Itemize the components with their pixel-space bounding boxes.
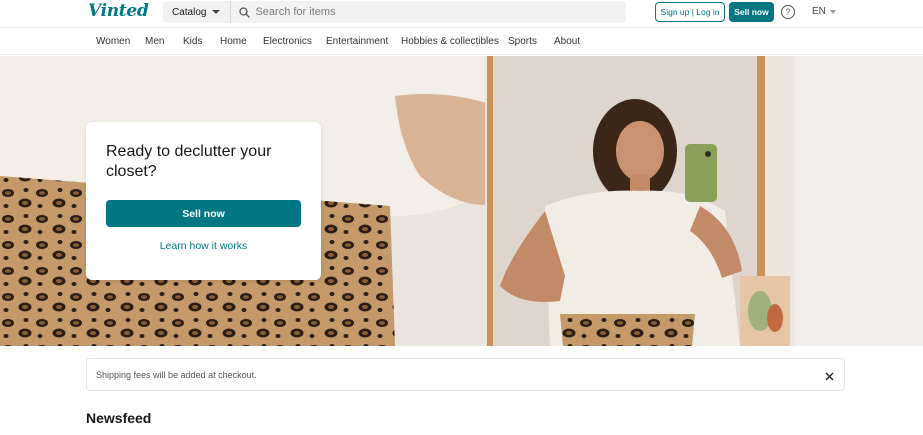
nav-item-kids[interactable]: Kids xyxy=(183,36,202,47)
sell-now-header-button[interactable]: Sell now xyxy=(729,2,774,22)
catalog-dropdown[interactable]: Catalog xyxy=(163,1,232,23)
top-header: Vinted Catalog Sign up | Log in Sell now… xyxy=(0,0,923,28)
chevron-down-icon xyxy=(829,9,836,14)
catalog-label: Catalog xyxy=(172,6,207,18)
language-selector[interactable]: EN xyxy=(812,6,836,17)
search-input[interactable] xyxy=(255,6,616,18)
hero-sell-now-button[interactable]: Sell now xyxy=(106,200,301,227)
search-bar: Catalog xyxy=(163,1,626,23)
shipping-notice: Shipping fees will be added at checkout. xyxy=(86,358,845,391)
nav-item-men[interactable]: Men xyxy=(145,36,164,47)
hero-card: Ready to declutter your closet? Sell now… xyxy=(86,122,321,280)
close-icon[interactable] xyxy=(824,369,835,381)
shipping-notice-text: Shipping fees will be added at checkout. xyxy=(96,370,257,380)
chevron-down-icon xyxy=(212,10,221,14)
hero-banner: Ready to declutter your closet? Sell now… xyxy=(0,56,923,346)
vinted-logo[interactable]: Vinted xyxy=(88,1,149,21)
search-icon xyxy=(239,6,251,18)
nav-item-sports[interactable]: Sports xyxy=(508,36,537,47)
nav-item-about[interactable]: About xyxy=(554,36,580,47)
nav-item-home[interactable]: Home xyxy=(220,36,247,47)
nav-item-entertainment[interactable]: Entertainment xyxy=(326,36,388,47)
hero-title: Ready to declutter your closet? xyxy=(106,143,272,180)
nav-item-women[interactable]: Women xyxy=(96,36,130,47)
category-nav: Women Men Kids Home Electronics Entertai… xyxy=(0,29,923,55)
nav-item-electronics[interactable]: Electronics xyxy=(263,36,312,47)
help-icon[interactable]: ? xyxy=(781,5,795,19)
signup-login-button[interactable]: Sign up | Log in xyxy=(655,2,725,22)
language-label: EN xyxy=(812,6,826,17)
nav-item-hobbies[interactable]: Hobbies & collectibles xyxy=(401,36,499,47)
newsfeed-title: Newsfeed xyxy=(86,410,152,426)
learn-how-it-works-link[interactable]: Learn how it works xyxy=(106,240,301,252)
